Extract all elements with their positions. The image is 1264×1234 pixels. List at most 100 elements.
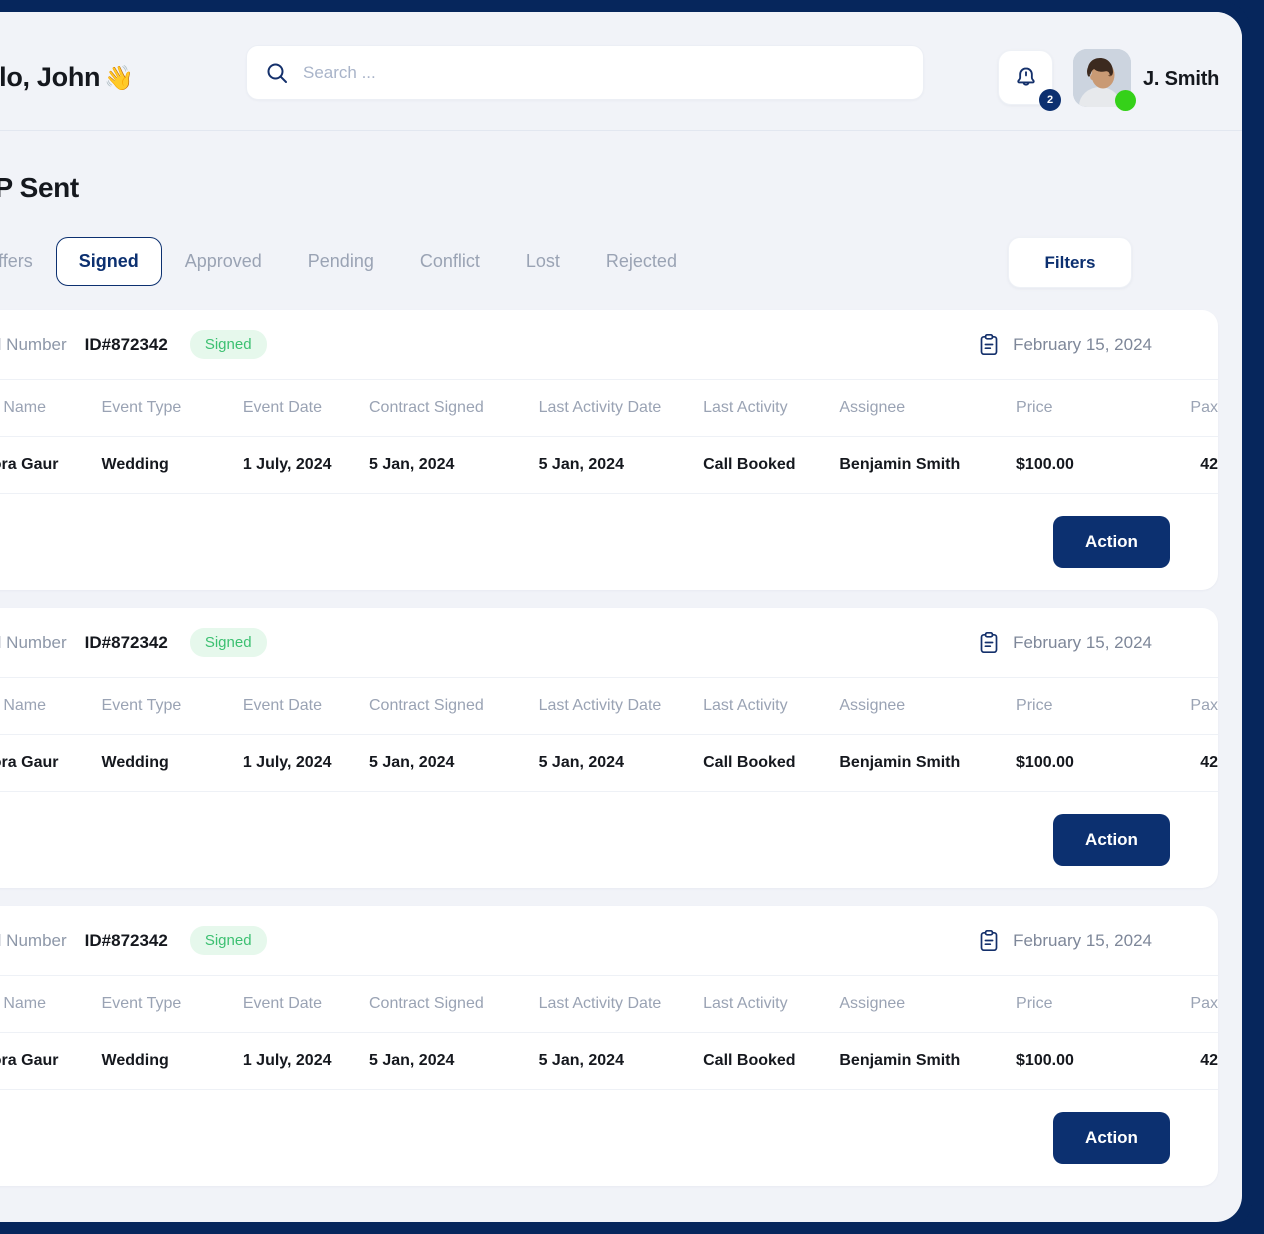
cell-last-activity: Call Booked: [703, 734, 840, 792]
cell-event-type: Wedding: [101, 1032, 243, 1090]
offer-table: Client NameEvent TypeEvent DateContract …: [0, 976, 1218, 1090]
clipboard-icon: [980, 333, 998, 355]
app-screen: Hello, John👋 2: [0, 12, 1242, 1222]
tab-approved[interactable]: Approved: [162, 237, 285, 286]
device-frame: Hello, John👋 2: [0, 0, 1252, 1234]
cell-event-date: 1 July, 2024: [242, 1032, 369, 1090]
clipboard-icon: [980, 631, 998, 653]
cell-assignee: Benjamin Smith: [839, 1032, 1017, 1090]
tab-lost[interactable]: Lost: [503, 237, 583, 286]
cell-last-activity: Call Booked: [703, 1032, 840, 1090]
offer-date: February 15, 2024: [977, 929, 1200, 953]
table-row: Aurrora GaurWedding1 July, 20245 Jan, 20…: [0, 436, 1218, 494]
cell-last-activity-date: 5 Jan, 2024: [538, 734, 704, 792]
offer-date: February 15, 2024: [977, 631, 1200, 655]
cell-event-date: 1 July, 2024: [242, 734, 369, 792]
serial-number-label: Serial Number: [0, 930, 67, 950]
offer-card-footer: Action: [0, 494, 1218, 590]
column-header-last-activity-date: Last Activity Date: [538, 380, 704, 437]
notifications-button[interactable]: 2: [998, 50, 1061, 111]
bell-icon: [1016, 67, 1035, 86]
table-row: Aurrora GaurWedding1 July, 20245 Jan, 20…: [0, 734, 1218, 792]
search-input[interactable]: [303, 62, 905, 83]
column-header-last-activity-date: Last Activity Date: [538, 678, 704, 735]
table-header-row: Client NameEvent TypeEvent DateContract …: [0, 976, 1218, 1033]
cell-last-activity-date: 5 Jan, 2024: [538, 1032, 704, 1090]
serial-number-label: Serial Number: [0, 632, 67, 652]
column-header-pax: Pax: [1116, 678, 1218, 735]
column-header-assignee: Assignee: [839, 976, 1017, 1033]
search-icon: [265, 61, 289, 85]
action-button[interactable]: Action: [1053, 814, 1170, 866]
offer-date-text: February 15, 2024: [1013, 930, 1152, 950]
cell-contract-signed: 5 Jan, 2024: [369, 436, 539, 494]
column-header-last-activity: Last Activity: [703, 976, 840, 1033]
offer-date-text: February 15, 2024: [1013, 334, 1152, 354]
offer-date-text: February 15, 2024: [1013, 632, 1152, 652]
cell-event-type: Wedding: [101, 734, 243, 792]
column-header-price: Price: [1016, 976, 1117, 1033]
cell-client-name: Aurrora Gaur: [0, 436, 102, 494]
serial-number-value: ID#872342: [84, 334, 168, 354]
offers-list: Serial Number ID#872342 Signed February 15…: [0, 310, 1242, 1204]
avatar[interactable]: [1073, 49, 1136, 111]
tab-rejected[interactable]: Rejected: [583, 237, 700, 286]
cell-event-type: Wedding: [101, 436, 243, 494]
cell-client-name: Aurrora Gaur: [0, 1032, 102, 1090]
online-status-dot: [1115, 90, 1136, 111]
wave-icon: 👋: [104, 65, 134, 92]
serial-number-label: Serial Number: [0, 334, 67, 354]
table-header-row: Client NameEvent TypeEvent DateContract …: [0, 380, 1218, 437]
column-header-assignee: Assignee: [839, 678, 1017, 735]
cell-pax: 42: [1116, 734, 1218, 792]
column-header-event-date: Event Date: [242, 678, 369, 735]
filters-button[interactable]: Filters: [1008, 237, 1132, 288]
column-header-pax: Pax: [1116, 380, 1218, 437]
offer-card-header: Serial Number ID#872342 Signed February 15…: [0, 608, 1218, 678]
page-title: RFP Sent: [0, 172, 79, 203]
status-badge: Signed: [189, 628, 267, 657]
serial-number-value: ID#872342: [84, 632, 168, 652]
action-button[interactable]: Action: [1053, 1112, 1170, 1164]
tab-pending[interactable]: Pending: [285, 237, 397, 286]
cell-assignee: Benjamin Smith: [839, 734, 1017, 792]
greeting-label: Hello, John: [0, 62, 101, 92]
cell-last-activity: Call Booked: [703, 436, 840, 494]
cell-event-date: 1 July, 2024: [242, 436, 369, 494]
column-header-event-type: Event Type: [101, 678, 243, 735]
column-header-last-activity: Last Activity: [703, 678, 840, 735]
cell-pax: 42: [1116, 436, 1218, 494]
tab-signed[interactable]: Signed: [55, 237, 162, 286]
status-badge: Signed: [189, 926, 267, 955]
tab-conflict[interactable]: Conflict: [397, 237, 503, 286]
clipboard-icon: [980, 929, 998, 951]
column-header-event-type: Event Type: [101, 976, 243, 1033]
offer-table: Client NameEvent TypeEvent DateContract …: [0, 678, 1218, 792]
app-header: Hello, John👋 2: [0, 12, 1242, 131]
offer-card-footer: Action: [0, 792, 1218, 888]
tab-all-offers[interactable]: All offers: [0, 237, 56, 286]
column-header-event-date: Event Date: [242, 380, 369, 437]
user-name: J. Smith: [1143, 68, 1220, 90]
search-bar[interactable]: [246, 45, 924, 100]
serial-number-value: ID#872342: [84, 930, 168, 950]
greeting-text: Hello, John👋: [0, 62, 134, 93]
table-row: Aurrora GaurWedding1 July, 20245 Jan, 20…: [0, 1032, 1218, 1090]
column-header-last-activity-date: Last Activity Date: [538, 976, 704, 1033]
offer-table: Client NameEvent TypeEvent DateContract …: [0, 380, 1218, 494]
action-button[interactable]: Action: [1053, 516, 1170, 568]
column-header-last-activity: Last Activity: [703, 380, 840, 437]
cell-pax: 42: [1116, 1032, 1218, 1090]
column-header-assignee: Assignee: [839, 380, 1017, 437]
cell-price: $100.00: [1016, 436, 1117, 494]
tabs-bar: All offersSignedApprovedPendingConflictL…: [0, 237, 1242, 289]
column-header-pax: Pax: [1116, 976, 1218, 1033]
offer-card: Serial Number ID#872342 Signed February 15…: [0, 608, 1218, 888]
offer-date: February 15, 2024: [977, 333, 1200, 357]
cell-contract-signed: 5 Jan, 2024: [369, 734, 539, 792]
column-header-event-date: Event Date: [242, 976, 369, 1033]
cell-contract-signed: 5 Jan, 2024: [369, 1032, 539, 1090]
offer-card: Serial Number ID#872342 Signed February 15…: [0, 310, 1218, 590]
cell-client-name: Aurrora Gaur: [0, 734, 102, 792]
cell-last-activity-date: 5 Jan, 2024: [538, 436, 704, 494]
